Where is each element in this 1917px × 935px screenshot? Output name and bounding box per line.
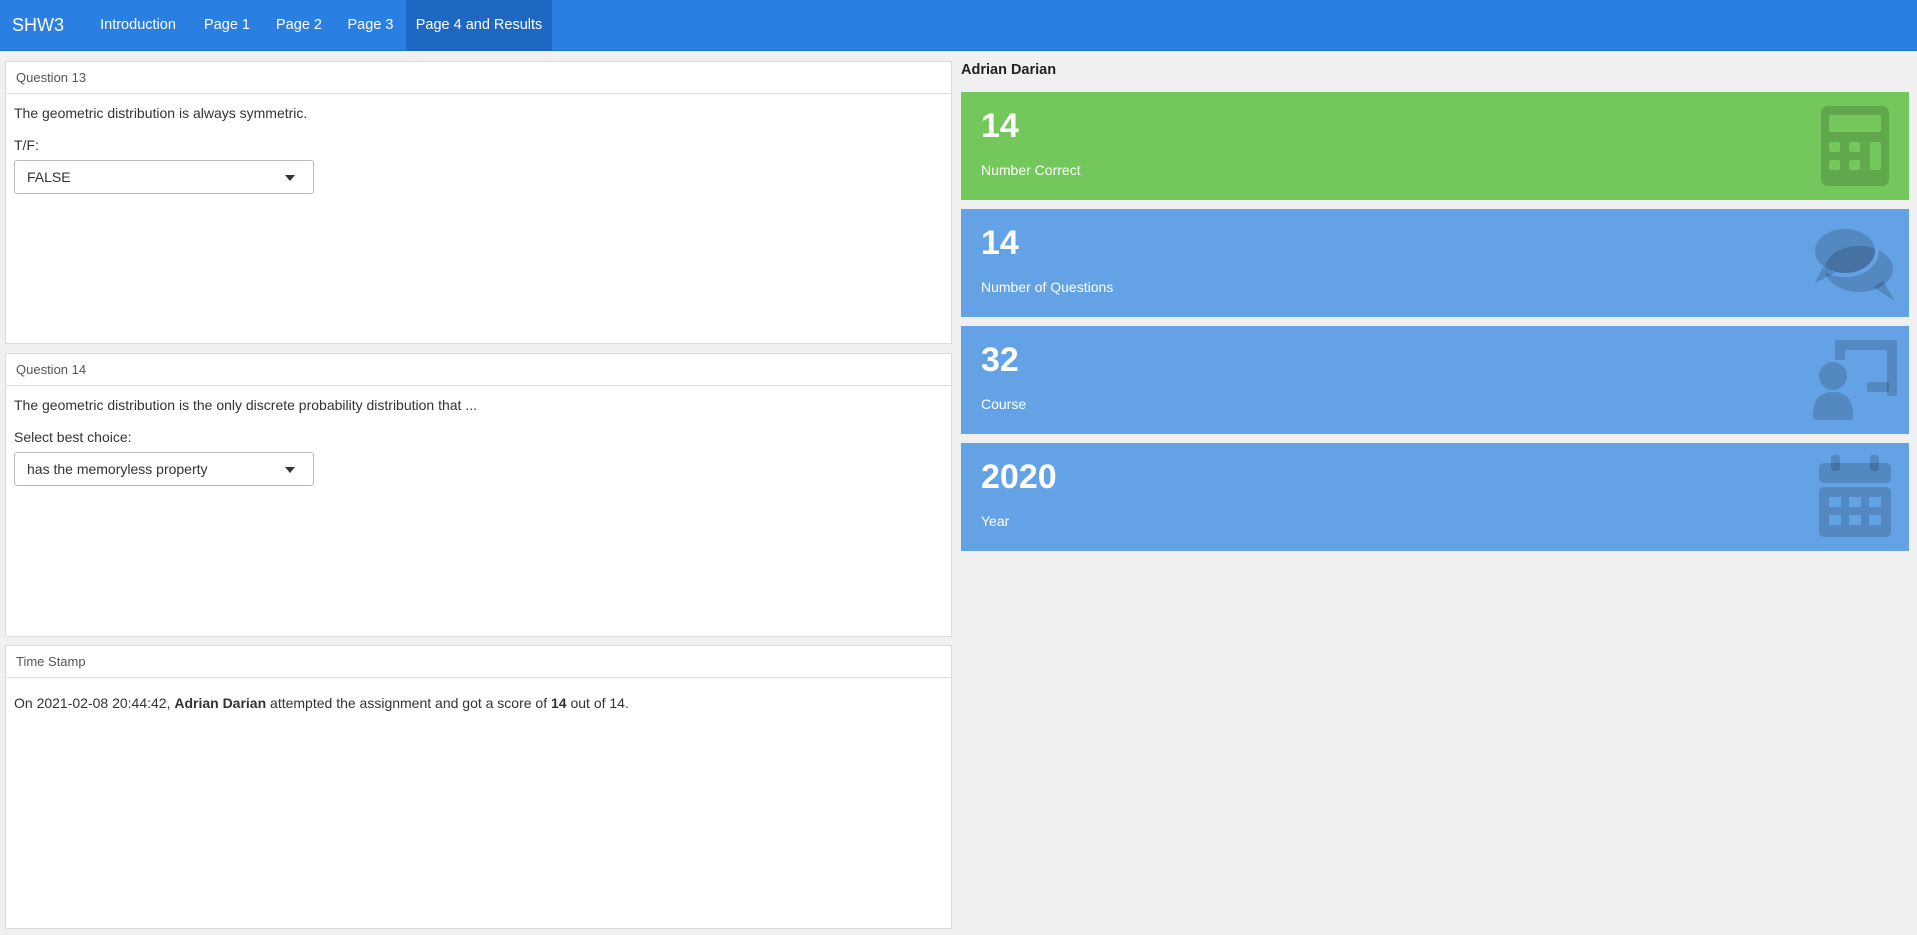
calculator-icon xyxy=(1821,106,1889,186)
number-correct-value: 14 xyxy=(981,107,1019,145)
year-value: 2020 xyxy=(981,458,1057,496)
time-stamp-prefix: On 2021-02-08 20:44:42, xyxy=(14,695,175,711)
question-14-panel: Question 14 The geometric distribution i… xyxy=(5,353,952,637)
comments-icon xyxy=(1813,225,1895,301)
time-stamp-text: On 2021-02-08 20:44:42, Adrian Darian at… xyxy=(14,694,943,712)
time-stamp-score: 14 xyxy=(551,695,567,711)
time-stamp-middle: attempted the assignment and got a score… xyxy=(266,695,551,711)
calendar-icon xyxy=(1819,455,1891,537)
year-label: Year xyxy=(981,513,1010,529)
chalkboard-teacher-icon xyxy=(1813,340,1897,420)
question-13-input-label: T/F: xyxy=(14,137,39,153)
top-navbar: SHW3 Introduction Page 1 Page 2 Page 3 P… xyxy=(0,0,1917,51)
question-14-select[interactable]: has the memoryless property xyxy=(14,452,314,486)
time-stamp-panel: Time Stamp On 2021-02-08 20:44:42, Adria… xyxy=(5,645,952,929)
question-14-input-label: Select best choice: xyxy=(14,429,132,445)
question-13-heading: Question 13 xyxy=(6,62,951,94)
question-14-text: The geometric distribution is the only d… xyxy=(14,397,478,413)
app-brand[interactable]: SHW3 xyxy=(12,0,64,51)
tab-page-3[interactable]: Page 3 xyxy=(335,0,406,51)
year-box: 2020 Year xyxy=(961,443,1909,551)
tab-page-4-and-results[interactable]: Page 4 and Results xyxy=(406,0,552,51)
number-correct-label: Number Correct xyxy=(981,162,1081,178)
number-of-questions-label: Number of Questions xyxy=(981,279,1114,295)
student-name: Adrian Darian xyxy=(961,62,1057,78)
tab-introduction[interactable]: Introduction xyxy=(85,0,191,51)
question-13-panel: Question 13 The geometric distribution i… xyxy=(5,61,952,344)
time-stamp-heading: Time Stamp xyxy=(6,646,951,678)
course-box: 32 Course xyxy=(961,326,1909,434)
number-of-questions-value: 14 xyxy=(981,224,1019,262)
tab-page-2[interactable]: Page 2 xyxy=(263,0,335,51)
question-13-selected-value: FALSE xyxy=(27,169,71,185)
question-13-text: The geometric distribution is always sym… xyxy=(14,105,308,121)
chevron-down-icon xyxy=(285,175,295,181)
number-of-questions-box: 14 Number of Questions xyxy=(961,209,1909,317)
number-correct-box: 14 Number Correct xyxy=(961,92,1909,200)
chevron-down-icon xyxy=(285,467,295,473)
time-stamp-student-name: Adrian Darian xyxy=(174,695,267,711)
course-label: Course xyxy=(981,396,1027,412)
course-value: 32 xyxy=(981,341,1019,379)
question-14-heading: Question 14 xyxy=(6,354,951,386)
tab-page-1[interactable]: Page 1 xyxy=(191,0,263,51)
question-13-select[interactable]: FALSE xyxy=(14,160,314,194)
question-14-selected-value: has the memoryless property xyxy=(27,461,208,477)
time-stamp-suffix: out of 14. xyxy=(566,695,629,711)
